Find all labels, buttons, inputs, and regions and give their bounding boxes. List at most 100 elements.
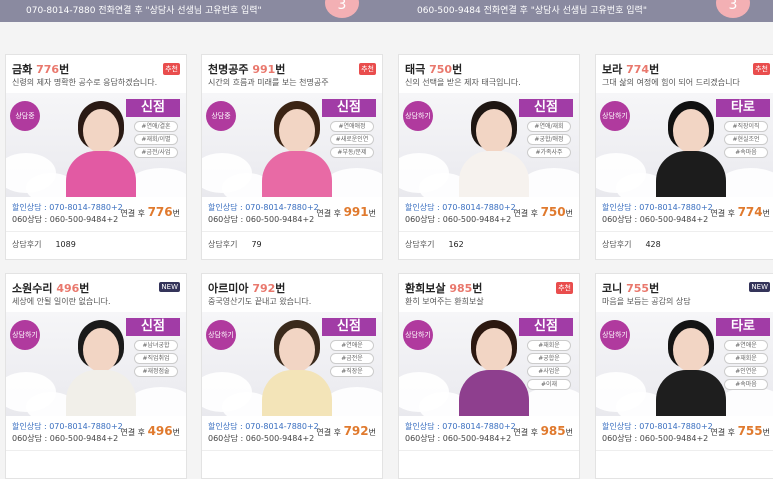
phone-060-line[interactable]: 060상담 : 060-500-9484+2 xyxy=(208,433,314,444)
counselor-photo[interactable]: 상담하기 신점 #연애운 #금전운 #직장운 xyxy=(202,312,382,416)
phone-060-line[interactable]: 060상담 : 060-500-9484+2 xyxy=(602,433,708,444)
counselor-photo[interactable]: 상담중 신점 #연애애정 #새로운인연 #부동/문제 xyxy=(202,93,382,197)
counselor-name[interactable]: 코니 755번 xyxy=(602,280,659,296)
counselor-card[interactable]: 코니 755번 NEW 마음을 보듬는 공감의 상담 상담하기 타로 #연애운 #재회운 #인… xyxy=(595,273,773,479)
connect-number: 991 xyxy=(343,205,369,219)
connect-code: 연결 후 776번 xyxy=(120,205,180,219)
tag-chip[interactable]: #가족사주 xyxy=(527,147,571,158)
counselor-card[interactable]: 천명공주 991번 추천 시간의 흐름과 미래를 보는 천명공주 상담중 신점 #연애애정… xyxy=(201,54,383,260)
counselor-name[interactable]: 아르미아 792번 xyxy=(208,280,285,296)
review-count: 상담후기 1089 xyxy=(12,239,76,250)
tag-chip[interactable]: #이재 xyxy=(527,379,571,390)
counselor-name[interactable]: 환희보살 985번 xyxy=(405,280,482,296)
discount-line[interactable]: 할인상담 : 070-8014-7880+2 xyxy=(405,202,516,213)
phone-060-line[interactable]: 060상담 : 060-500-9484+2 xyxy=(208,214,314,225)
tag-chip[interactable]: #연애/재회 xyxy=(527,121,571,132)
category-label: 타로 xyxy=(716,99,770,117)
tag-chip[interactable]: #인연운 xyxy=(724,366,768,377)
tag-chip[interactable]: #연애/결혼 xyxy=(134,121,178,132)
counselor-number: 776 xyxy=(36,63,60,76)
tag-chip[interactable]: #연애애정 xyxy=(330,121,374,132)
tag-chip[interactable]: #부동/문제 xyxy=(330,147,374,158)
counselor-photo[interactable]: 상담하기 신점 #재회운 #궁합운 #사업운 #이재 xyxy=(399,312,579,416)
counselor-photo[interactable]: 상담하기 신점 #남녀궁합 #직업취업 #재정점술 xyxy=(6,312,186,416)
status-button[interactable]: 상담하기 xyxy=(600,320,630,350)
tag-chip[interactable]: #궁합운 xyxy=(527,353,571,364)
phone-060-line[interactable]: 060상담 : 060-500-9484+2 xyxy=(602,214,708,225)
counselor-number: 774 xyxy=(626,63,650,76)
counselor-name[interactable]: 보라 774번 xyxy=(602,61,659,77)
status-button[interactable]: 상담중 xyxy=(206,101,236,131)
counselor-number-suffix: 번 xyxy=(79,282,90,295)
portrait-face xyxy=(279,109,315,153)
tag-chip[interactable]: #사업운 xyxy=(527,366,571,377)
status-button[interactable]: 상담하기 xyxy=(403,320,433,350)
tag-chip[interactable]: #금전운 xyxy=(330,353,374,364)
tag-chip[interactable]: #궁합/애정 xyxy=(527,134,571,145)
review-count: 상담후기 162 xyxy=(405,239,464,250)
discount-line[interactable]: 할인상담 : 070-8014-7880+2 xyxy=(602,421,713,432)
tag-chip[interactable]: #직업취업 xyxy=(134,353,178,364)
counselor-number: 991 xyxy=(252,63,276,76)
connect-unit: 번 xyxy=(368,209,376,218)
connect-code: 연결 후 755번 xyxy=(710,424,770,438)
discount-line[interactable]: 할인상담 : 070-8014-7880+2 xyxy=(208,421,319,432)
category-label: 신점 xyxy=(126,99,180,117)
status-button[interactable]: 상담하기 xyxy=(206,320,236,350)
counselor-name[interactable]: 금화 776번 xyxy=(12,61,69,77)
discount-line[interactable]: 할인상담 : 070-8014-7880+2 xyxy=(602,202,713,213)
category-label: 신점 xyxy=(322,318,376,336)
discount-line[interactable]: 할인상담 : 070-8014-7880+2 xyxy=(12,202,123,213)
tag-chip[interactable]: #재회운 xyxy=(527,340,571,351)
tag-chip[interactable]: #현실조언 xyxy=(724,134,768,145)
counselor-photo[interactable]: 상담하기 신점 #연애/재회 #궁합/애정 #가족사주 xyxy=(399,93,579,197)
counselor-card[interactable]: 환희보살 985번 추천 환히 보여주는 환희보살 상담하기 신점 #재회운 #궁합운 #사업… xyxy=(398,273,580,479)
review-label: 상담후기 xyxy=(405,240,435,249)
tag-chip[interactable]: #속마음 xyxy=(724,379,768,390)
counselor-photo[interactable]: 상담하기 타로 #연애운 #재회운 #인연운 #속마음 xyxy=(596,312,773,416)
tag-list: #연애애정 #새로운인연 #부동/문제 xyxy=(330,121,374,160)
portrait-face xyxy=(476,328,512,372)
counselor-name[interactable]: 태극 750번 xyxy=(405,61,462,77)
connect-number: 985 xyxy=(540,424,566,438)
top-banner: 070-8014-7880 전화연결 후 "상담사 선생님 고유번호 입력" 3… xyxy=(0,0,773,22)
connect-label: 연결 후 xyxy=(316,428,342,437)
status-button[interactable]: 상담하기 xyxy=(10,320,40,350)
tag-chip[interactable]: #재회/이별 xyxy=(134,134,178,145)
tag-chip[interactable]: #금전/사업 xyxy=(134,147,178,158)
tag-chip[interactable]: #직장운 xyxy=(330,366,374,377)
tag-chip[interactable]: #재정점술 xyxy=(134,366,178,377)
discount-line[interactable]: 할인상담 : 070-8014-7880+2 xyxy=(405,421,516,432)
tag-chip[interactable]: #재회운 xyxy=(724,353,768,364)
connect-unit: 번 xyxy=(565,428,573,437)
counselor-number-suffix: 번 xyxy=(59,63,70,76)
counselor-description: 신의 선택을 받은 제자 태극입니다. xyxy=(405,78,521,87)
tag-chip[interactable]: #새로운인연 xyxy=(330,134,374,145)
discount-line[interactable]: 할인상담 : 070-8014-7880+2 xyxy=(12,421,123,432)
counselor-photo[interactable]: 상담하기 타로 #직장이직 #현실조언 #속마음 xyxy=(596,93,773,197)
counselor-name[interactable]: 소원수리 496번 xyxy=(12,280,89,296)
discount-line[interactable]: 할인상담 : 070-8014-7880+2 xyxy=(208,202,319,213)
phone-060-line[interactable]: 060상담 : 060-500-9484+2 xyxy=(405,433,511,444)
phone-060-line[interactable]: 060상담 : 060-500-9484+2 xyxy=(12,214,118,225)
counselor-photo[interactable]: 상담중 신점 #연애/결혼 #재회/이별 #금전/사업 xyxy=(6,93,186,197)
counselor-card[interactable]: 아르미아 792번 중국영산기도 끝내고 왔습니다. 상담하기 신점 #연애운 #금전운 #… xyxy=(201,273,383,479)
connect-number: 755 xyxy=(737,424,763,438)
tag-chip[interactable]: #연애운 xyxy=(330,340,374,351)
status-button[interactable]: 상담중 xyxy=(10,101,40,131)
connect-code: 연결 후 985번 xyxy=(513,424,573,438)
tag-chip[interactable]: #남녀궁합 xyxy=(134,340,178,351)
counselor-card[interactable]: 금화 776번 추천 신령의 제자 명확한 공수로 응답하겠습니다. 상담중 신점 #연애… xyxy=(5,54,187,260)
phone-060-line[interactable]: 060상담 : 060-500-9484+2 xyxy=(12,433,118,444)
tag-chip[interactable]: #직장이직 xyxy=(724,121,768,132)
status-button[interactable]: 상담하기 xyxy=(403,101,433,131)
status-button[interactable]: 상담하기 xyxy=(600,101,630,131)
counselor-card[interactable]: 보라 774번 추천 그대 삶의 여정에 힘이 되어 드리겠습니다 상담하기 타로 #직장… xyxy=(595,54,773,260)
phone-060-line[interactable]: 060상담 : 060-500-9484+2 xyxy=(405,214,511,225)
recommend-badge: 추천 xyxy=(359,63,376,75)
tag-chip[interactable]: #속마음 xyxy=(724,147,768,158)
counselor-card[interactable]: 소원수리 496번 NEW 세상에 안될 일이란 없습니다. 상담하기 신점 #남녀궁합 #… xyxy=(5,273,187,479)
tag-chip[interactable]: #연애운 xyxy=(724,340,768,351)
counselor-card[interactable]: 태극 750번 신의 선택을 받은 제자 태극입니다. 상담하기 신점 #연애/재회 #궁… xyxy=(398,54,580,260)
counselor-name[interactable]: 천명공주 991번 xyxy=(208,61,285,77)
